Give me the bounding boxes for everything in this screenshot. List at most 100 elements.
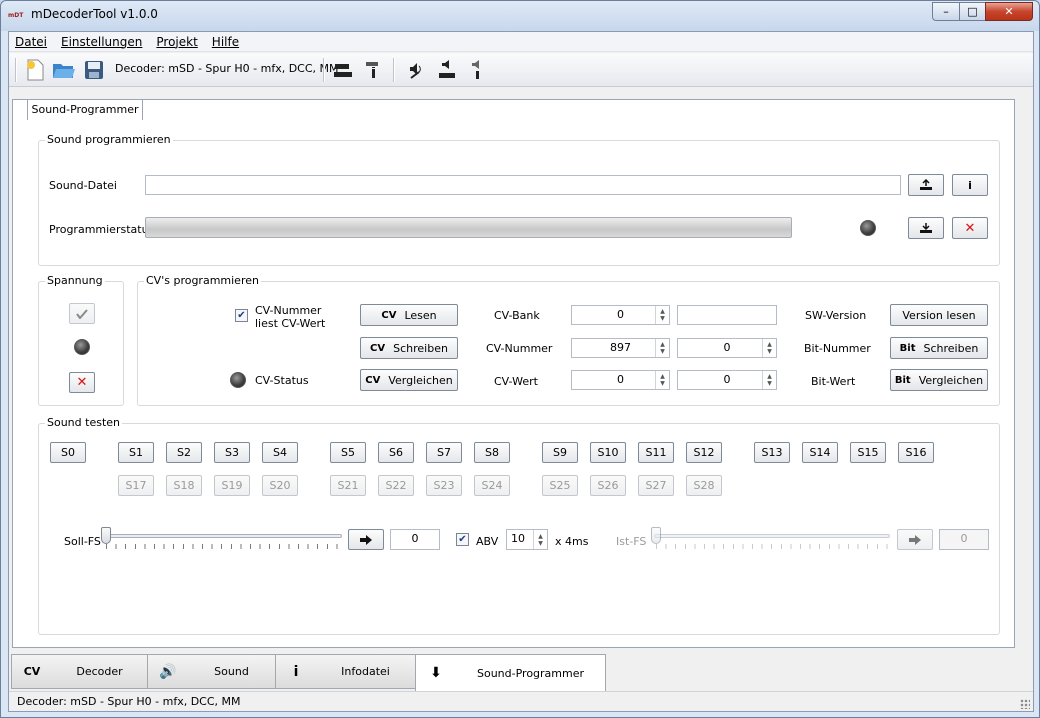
menu-projekt[interactable]: Projekt xyxy=(156,35,197,49)
sound-info-icon[interactable] xyxy=(465,58,489,82)
version-read-button[interactable]: Version lesen xyxy=(890,304,988,326)
bit-number-label: Bit-Nummer xyxy=(804,342,871,355)
tab-infodatei-label: Infodatei xyxy=(341,665,390,678)
bit-number-spinbox[interactable]: 0 ▲ ▼ xyxy=(677,338,777,358)
menu-einstellungen[interactable]: Einstellungen xyxy=(61,35,142,49)
sound-button-s19[interactable]: S19 xyxy=(214,475,250,496)
sound-button-s11[interactable]: S11 xyxy=(638,442,674,463)
sound-button-s9[interactable]: S9 xyxy=(542,442,578,463)
tab-sound-programmer[interactable]: Sound-Programmer xyxy=(27,99,143,120)
cancel-program-button[interactable]: ✕ xyxy=(952,217,988,239)
soll-fs-track xyxy=(104,534,342,538)
sound-button-s7[interactable]: S7 xyxy=(426,442,462,463)
sound-file-input[interactable] xyxy=(145,175,901,195)
cv-write-button[interactable]: CV Schreiben xyxy=(360,337,458,359)
sound-button-s3[interactable]: S3 xyxy=(214,442,250,463)
tab-sound-programmer-bottom[interactable]: ⬇ Sound-Programmer xyxy=(415,654,606,691)
sound-button-s21[interactable]: S21 xyxy=(330,475,366,496)
loco-read-icon[interactable] xyxy=(331,58,355,82)
spin-arrows-icon[interactable]: ▲ ▼ xyxy=(533,530,547,549)
sound-button-s22[interactable]: S22 xyxy=(378,475,414,496)
soll-fs-slider-thumb[interactable] xyxy=(101,527,111,544)
client-area: Datei Einstellungen Projekt Hilfe Decode… xyxy=(8,31,1034,712)
sound-button-s18[interactable]: S18 xyxy=(166,475,202,496)
file-info-button[interactable]: i xyxy=(952,174,988,196)
bit-tag: Bit xyxy=(899,342,916,354)
spin-arrows-icon[interactable]: ▲ ▼ xyxy=(655,371,669,389)
bit-value-spinbox[interactable]: 0 ▲ ▼ xyxy=(677,370,777,390)
cv-value-spinbox[interactable]: 0 ▲ ▼ xyxy=(571,370,670,390)
toolbar-decoder-label: Decoder: mSD - Spur H0 - mfx, DCC, MM xyxy=(115,62,339,75)
cv-compare-button[interactable]: CV Vergleichen xyxy=(360,369,458,391)
cv-read-checkbox[interactable]: ✔ xyxy=(235,309,248,322)
sound-button-s25[interactable]: S25 xyxy=(542,475,578,496)
bit-number-value: 0 xyxy=(723,341,731,354)
sound-button-s5[interactable]: S5 xyxy=(330,442,366,463)
programming-status-led xyxy=(860,220,876,236)
cv-read-button[interactable]: CV Lesen xyxy=(360,304,458,326)
download-loco-icon: ⬇ xyxy=(430,665,442,681)
abv-unit-label: x 4ms xyxy=(555,535,589,548)
cv-number-value: 897 xyxy=(610,341,631,354)
open-folder-icon[interactable] xyxy=(52,58,76,82)
sound-button-s28[interactable]: S28 xyxy=(686,475,722,496)
spin-arrows-icon[interactable]: ▲ ▼ xyxy=(762,371,776,389)
voltage-off-button[interactable]: ✕ xyxy=(69,372,95,393)
sound-button-s17[interactable]: S17 xyxy=(118,475,154,496)
sound-button-s12[interactable]: S12 xyxy=(686,442,722,463)
spin-arrows-icon[interactable]: ▲ ▼ xyxy=(655,339,669,357)
sound-button-s16[interactable]: S16 xyxy=(898,442,934,463)
maximize-button[interactable]: □ xyxy=(959,2,986,21)
sound-button-s1[interactable]: S1 xyxy=(118,442,154,463)
close-window-button[interactable]: ✕ xyxy=(985,2,1033,21)
menu-datei[interactable]: Datei xyxy=(15,35,47,49)
download-loco-icon xyxy=(920,223,932,233)
ist-fs-track xyxy=(654,534,890,538)
sound-button-s4[interactable]: S4 xyxy=(262,442,298,463)
app-window: mDT mDecoderTool v1.0.0 – □ ✕ Datei Eins… xyxy=(0,0,1040,718)
bit-compare-button[interactable]: Bit Vergleichen xyxy=(890,369,988,391)
abv-value: 10 xyxy=(511,532,525,545)
tab-sound[interactable]: 🔊 Sound xyxy=(147,654,276,689)
spin-arrows-icon[interactable]: ▲ ▼ xyxy=(655,306,669,324)
ist-fs-apply-button[interactable] xyxy=(897,529,933,550)
sound-button-s2[interactable]: S2 xyxy=(166,442,202,463)
new-file-icon[interactable] xyxy=(23,58,47,82)
voltage-on-button[interactable] xyxy=(69,303,95,324)
minimize-button[interactable]: – xyxy=(932,2,960,21)
tab-decoder[interactable]: CV Decoder xyxy=(11,654,148,689)
sound-button-s10[interactable]: S10 xyxy=(590,442,626,463)
soll-fs-apply-button[interactable] xyxy=(348,529,384,550)
sound-button-s6[interactable]: S6 xyxy=(378,442,414,463)
soll-fs-value-field[interactable]: 0 xyxy=(390,529,440,550)
abv-spinbox[interactable]: 10 ▲ ▼ xyxy=(506,529,548,550)
loco-info-icon[interactable] xyxy=(361,58,385,82)
resize-grip-icon[interactable] xyxy=(1020,699,1030,709)
cv-bank-spinbox[interactable]: 0 ▲ ▼ xyxy=(571,305,670,325)
sound-button-s14[interactable]: S14 xyxy=(802,442,838,463)
tab-infodatei[interactable]: i Infodatei xyxy=(275,654,416,689)
sound-button-s15[interactable]: S15 xyxy=(850,442,886,463)
sound-button-s20[interactable]: S20 xyxy=(262,475,298,496)
sound-button-s8[interactable]: S8 xyxy=(474,442,510,463)
ist-fs-slider-thumb[interactable] xyxy=(651,527,661,544)
bit-write-button[interactable]: Bit Schreiben xyxy=(890,337,988,359)
abv-checkbox[interactable]: ✔ xyxy=(456,533,469,546)
sound-button-s24[interactable]: S24 xyxy=(474,475,510,496)
load-file-button[interactable] xyxy=(908,174,944,196)
arrow-right-icon xyxy=(360,534,372,545)
sound-tool-icon[interactable] xyxy=(405,58,429,82)
sound-button-s13[interactable]: S13 xyxy=(754,442,790,463)
spin-arrows-icon[interactable]: ▲ ▼ xyxy=(762,339,776,357)
cv-number-spinbox[interactable]: 897 ▲ ▼ xyxy=(571,338,670,358)
sound-button-s0[interactable]: S0 xyxy=(50,442,86,463)
sound-button-s27[interactable]: S27 xyxy=(638,475,674,496)
sound-button-s23[interactable]: S23 xyxy=(426,475,462,496)
sound-loco-icon[interactable] xyxy=(435,58,459,82)
cv-status-led xyxy=(230,372,246,388)
program-button[interactable] xyxy=(908,217,944,239)
save-icon[interactable] xyxy=(82,58,106,82)
cv-bank-label: CV-Bank xyxy=(494,309,540,322)
menu-hilfe[interactable]: Hilfe xyxy=(212,35,239,49)
sound-button-s26[interactable]: S26 xyxy=(590,475,626,496)
